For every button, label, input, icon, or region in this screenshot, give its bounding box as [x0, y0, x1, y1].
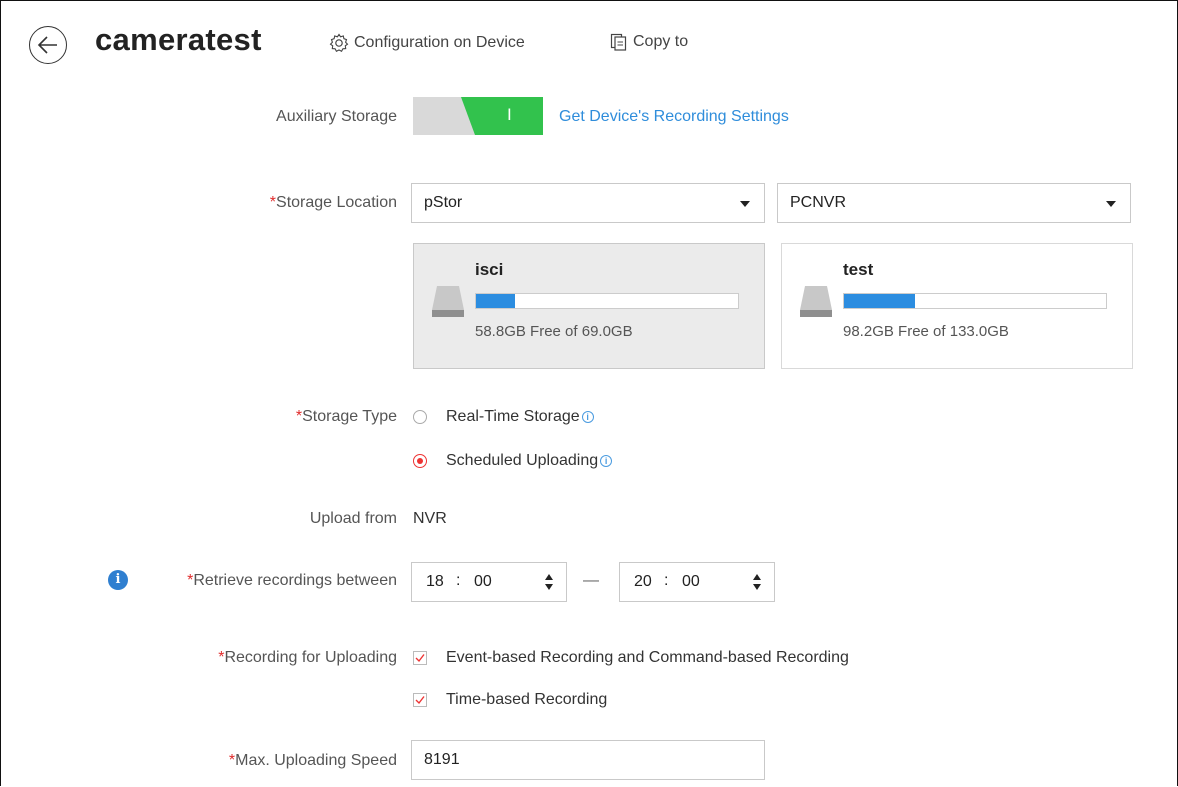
time-based-recording-label[interactable]: Time-based Recording: [446, 691, 607, 709]
end-hour[interactable]: 20: [634, 573, 652, 591]
select-value: pStor: [424, 194, 463, 211]
max-uploading-speed-value: 8191: [424, 751, 460, 768]
start-hour[interactable]: 18: [426, 573, 444, 591]
time-range-separator: —: [583, 572, 599, 589]
configuration-on-device-button[interactable]: Configuration on Device: [328, 32, 525, 54]
hard-disk-icon: [800, 286, 832, 317]
auxiliary-storage-label: Auxiliary Storage: [276, 108, 397, 125]
time-colon: :: [456, 572, 461, 589]
upload-from-value: NVR: [413, 510, 447, 527]
storage-usage-bar: [475, 293, 739, 309]
retrieve-recordings-label: *Retrieve recordings between: [187, 572, 397, 590]
chevron-down-icon: [1106, 201, 1116, 207]
recording-for-uploading-label: *Recording for Uploading: [218, 649, 397, 667]
arrow-left-icon: [37, 36, 57, 54]
recording-for-uploading-label-text: Recording for Uploading: [224, 649, 397, 666]
configuration-on-device-label: Configuration on Device: [354, 34, 525, 51]
storage-usage-fill: [844, 294, 915, 308]
end-minute[interactable]: 00: [682, 573, 700, 591]
storage-usage-fill: [476, 294, 516, 308]
storage-card-name: test: [843, 260, 874, 279]
storage-location-select-secondary[interactable]: PCNVR: [777, 183, 1131, 223]
storage-usage-bar: [843, 293, 1107, 309]
storage-card-isci[interactable]: isci 58.8GB Free of 69.0GB: [413, 243, 765, 369]
storage-location-label-text: Storage Location: [276, 194, 397, 211]
storage-type-label: *Storage Type: [296, 408, 397, 426]
storage-type-label-text: Storage Type: [302, 408, 397, 425]
start-minute[interactable]: 00: [474, 573, 492, 591]
scheduled-uploading-label: Scheduled Uploading: [446, 452, 599, 469]
checkmark-icon: [415, 654, 425, 663]
gear-icon: [329, 33, 349, 53]
info-icon[interactable]: i: [600, 455, 613, 467]
real-time-storage-option[interactable]: Real-Time Storage i: [446, 408, 594, 426]
storage-card-test[interactable]: test 98.2GB Free of 133.0GB: [781, 243, 1133, 369]
start-time-input[interactable]: 18 : 00: [411, 562, 567, 602]
storage-card-name: isci: [475, 260, 504, 279]
upload-from-label: Upload from: [309, 510, 397, 527]
copy-to-button[interactable]: Copy to: [609, 32, 688, 52]
spinner-icon[interactable]: [752, 571, 762, 593]
info-icon[interactable]: i: [108, 570, 128, 590]
storage-free-text: 58.8GB Free of 69.0GB: [475, 323, 633, 340]
storage-location-select-primary[interactable]: pStor: [411, 183, 765, 223]
checkbox-event-command-recording[interactable]: [413, 651, 427, 665]
hard-disk-icon: [432, 286, 464, 317]
max-uploading-speed-label: *Max. Uploading Speed: [229, 752, 397, 770]
max-uploading-speed-label-text: Max. Uploading Speed: [235, 752, 397, 769]
get-device-recording-settings-link[interactable]: Get Device's Recording Settings: [559, 108, 789, 126]
scheduled-uploading-option[interactable]: Scheduled Uploading i: [446, 452, 613, 470]
storage-free-text: 98.2GB Free of 133.0GB: [843, 323, 1009, 340]
copy-icon: [610, 33, 627, 51]
copy-to-label: Copy to: [633, 33, 689, 50]
storage-location-label: *Storage Location: [270, 194, 397, 212]
page-title: cameratest: [95, 22, 262, 57]
spinner-icon[interactable]: [544, 571, 554, 593]
event-command-recording-label[interactable]: Event-based Recording and Command-based …: [446, 649, 849, 667]
max-uploading-speed-input[interactable]: 8191: [411, 740, 765, 780]
checkbox-time-based-recording[interactable]: [413, 693, 427, 707]
toggle-mark: I: [507, 105, 512, 124]
time-colon: :: [664, 572, 669, 589]
radio-real-time-storage[interactable]: [413, 410, 427, 424]
auxiliary-storage-toggle[interactable]: I: [413, 97, 543, 135]
retrieve-recordings-label-text: Retrieve recordings between: [193, 572, 397, 589]
chevron-down-icon: [740, 201, 750, 207]
back-button[interactable]: [29, 26, 67, 64]
radio-scheduled-uploading[interactable]: [413, 454, 427, 468]
real-time-storage-label: Real-Time Storage: [446, 408, 580, 425]
info-icon[interactable]: i: [581, 411, 594, 423]
select-value: PCNVR: [790, 194, 847, 211]
checkmark-icon: [415, 696, 425, 705]
end-time-input[interactable]: 20 : 00: [619, 562, 775, 602]
